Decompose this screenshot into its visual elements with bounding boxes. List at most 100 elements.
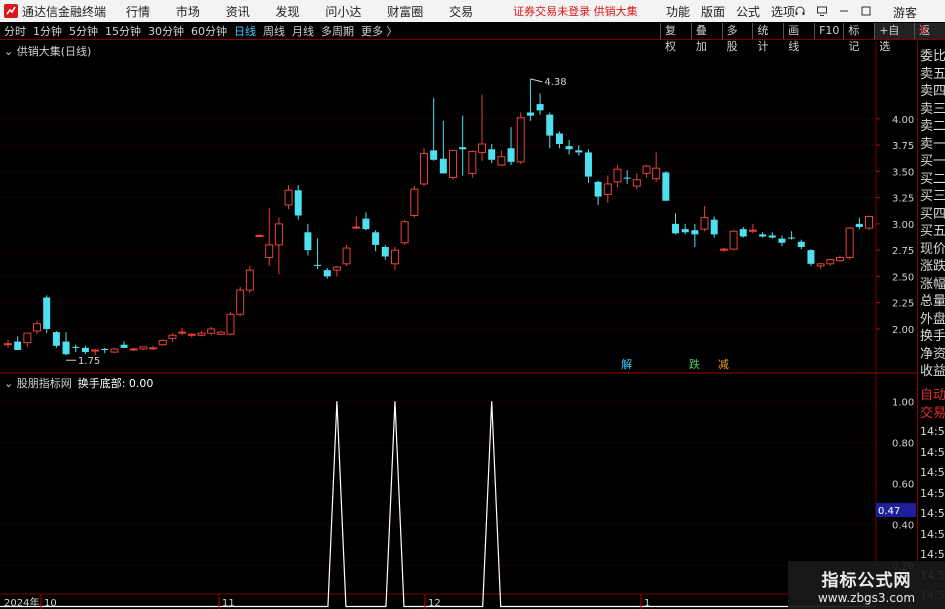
candle-body-up (265, 244, 274, 259)
trade-time: 14:56 (920, 486, 945, 500)
menu-item-function[interactable]: 功能 (666, 3, 690, 20)
candle-body-up (816, 263, 825, 267)
candle-body-up (352, 226, 361, 229)
quote-field-label: 买一 (920, 154, 945, 169)
candle-body-up (865, 216, 873, 229)
quote-field-label: 卖五 (920, 66, 945, 82)
draw-line-button[interactable]: 画线 (783, 23, 814, 53)
candle-body-up (419, 152, 428, 185)
quote-field-label: 外盘 (920, 311, 945, 327)
candle-body-down (72, 346, 80, 348)
candle-body-up (236, 289, 245, 315)
candle-body-down (362, 218, 370, 230)
chart-tools: 复权 叠加 多股 统计 画线 F10 标记 +自选 返回 (660, 22, 945, 53)
candle-body-up (4, 343, 12, 346)
tab-30min[interactable]: 30分钟 (148, 23, 184, 39)
f10-button[interactable]: F10 (814, 23, 843, 39)
candle-body-up (468, 150, 477, 174)
event-marker[interactable]: 解 (621, 357, 632, 371)
tab-intraday[interactable]: 分时 (4, 23, 26, 39)
maximize-icon[interactable] (855, 0, 877, 22)
candle-body-up (197, 332, 206, 336)
candle-body-up (497, 156, 506, 166)
tab-more[interactable]: 更多 〉 (361, 23, 398, 39)
menu-item-wealth[interactable]: 财富圈 (387, 5, 423, 19)
candle-body-up (216, 331, 225, 335)
candle-body-down (101, 348, 109, 350)
main-menu: 行情 市场 资讯 发现 问小达 财富圈 交易 (126, 3, 495, 20)
candle-body-down (778, 238, 786, 243)
menu-item-ask[interactable]: 问小达 (325, 5, 361, 19)
minimize-icon[interactable] (833, 0, 855, 22)
tab-weekly[interactable]: 周线 (263, 23, 285, 39)
restore-right-button[interactable]: 复权 (660, 23, 691, 53)
candle-body-up (410, 188, 419, 216)
event-marker[interactable]: 跌 (689, 357, 700, 371)
time-axis-label: 12 (428, 598, 441, 609)
quote-field-label: 卖一 (920, 136, 945, 152)
menu-item-quotes[interactable]: 行情 (126, 5, 150, 19)
auto-toggle[interactable]: 自动 (920, 384, 945, 403)
candle-body-up (245, 269, 254, 291)
collapse-icon[interactable]: ⌄ (4, 45, 17, 58)
quote-field-label: 买五 (920, 224, 945, 239)
candle-body-up (700, 217, 709, 230)
indicator-name[interactable]: 股朋指标网 (17, 377, 72, 390)
candle-body-down (594, 181, 602, 197)
tab-1min[interactable]: 1分钟 (33, 23, 62, 39)
menu-item-discover[interactable]: 发现 (276, 5, 300, 19)
event-marker[interactable]: 减 (718, 358, 729, 371)
add-favorite-button[interactable]: +自选 (874, 23, 915, 53)
candle-body-down (710, 219, 718, 235)
candle-body-down (526, 112, 534, 116)
multi-stock-button[interactable]: 多股 (721, 23, 753, 53)
kline-chart[interactable]: 4.38 1.75 解 跌 减 4.00 3.75 3.50 3.25 3.00 2.75 2.50… (0, 41, 917, 609)
candle-body-up (255, 234, 264, 237)
candle-body-up (826, 259, 835, 265)
candle-body-up (332, 266, 341, 271)
guest-label[interactable]: 游客 (893, 4, 917, 21)
menu-item-market[interactable]: 市场 (176, 5, 200, 19)
trade-toggle[interactable]: 交易 (920, 402, 945, 421)
time-axis-label: 1 (644, 598, 650, 609)
quote-field-label: 卖二 (920, 119, 945, 134)
candle-body-up (178, 331, 187, 334)
quote-field-label: 净资 (920, 346, 945, 362)
quote-field-label: 买二 (920, 171, 945, 187)
watermark-title: 指标公式网 (821, 570, 912, 591)
right-menu: 功能 版面 公式 选项 (666, 0, 806, 22)
tab-60min[interactable]: 60分钟 (191, 23, 227, 39)
menu-item-trade[interactable]: 交易 (449, 5, 473, 19)
trade-time: 14:56 (920, 548, 945, 561)
menu-item-layout[interactable]: 版面 (701, 3, 725, 20)
tab-daily[interactable]: 日线 (234, 23, 256, 39)
app-name: 通达信金融终端 (22, 4, 107, 19)
tab-15min[interactable]: 15分钟 (105, 23, 141, 39)
price-tick-label: 3.50 (892, 167, 914, 178)
tab-multi-period[interactable]: 多周期 (321, 23, 354, 39)
overlay-button[interactable]: 叠加 (690, 23, 722, 53)
screen-icon[interactable] (811, 0, 833, 22)
login-status[interactable]: 证券交易未登录 供销大集 (513, 3, 638, 19)
candle-body-up (284, 189, 293, 206)
candle-body-down (584, 152, 592, 177)
price-tick-label: 4.00 (892, 115, 914, 126)
candle-body-down (797, 241, 805, 247)
headset-icon[interactable] (789, 0, 811, 22)
indicator-menu-icon[interactable]: ⌄ (4, 377, 17, 390)
right-corner-label[interactable]: R (920, 24, 928, 37)
tab-monthly[interactable]: 月线 (292, 23, 314, 39)
quote-field-label: 买四 (920, 206, 945, 222)
candle-body-up (207, 328, 216, 334)
back-button[interactable]: 返回 (914, 23, 945, 53)
statistics-button[interactable]: 统计 (752, 23, 783, 53)
menu-item-formula[interactable]: 公式 (736, 3, 760, 20)
price-tick-label: 2.50 (892, 272, 914, 283)
indicator-label: 换手底部: 0.00 (77, 377, 154, 390)
menu-item-news[interactable]: 资讯 (226, 5, 250, 19)
tab-5min[interactable]: 5分钟 (69, 23, 98, 39)
mark-button[interactable]: 标记 (843, 23, 874, 53)
candle-body-down (546, 114, 554, 136)
high-marker-line (530, 78, 543, 83)
quote-field-label: 现价 (920, 241, 945, 257)
